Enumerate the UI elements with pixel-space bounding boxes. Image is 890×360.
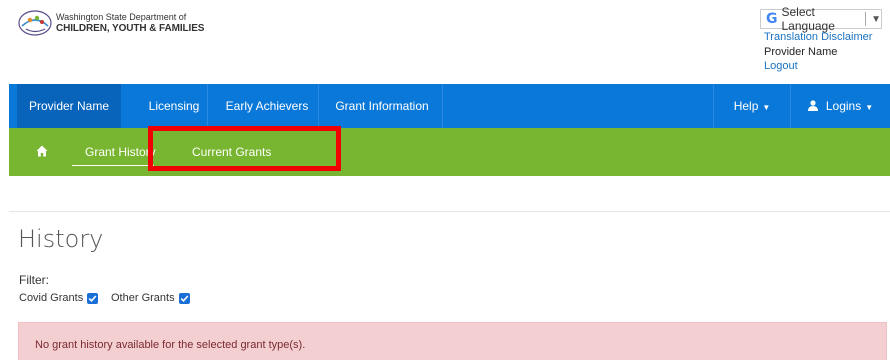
nav-item-licensing[interactable]: Licensing	[133, 84, 215, 128]
highlight-annotation-box	[148, 126, 341, 171]
tab-grant-history[interactable]: Grant History	[85, 128, 156, 176]
logo-line1: Washington State Department of	[56, 12, 187, 22]
covid-grants-checkbox[interactable]	[87, 292, 99, 304]
active-tab-underline	[72, 165, 154, 166]
caret-down-icon: ▼	[865, 103, 874, 112]
dcyf-logo-mark-icon	[18, 10, 52, 36]
other-grants-checkbox[interactable]	[178, 292, 190, 304]
filter-covid-grants-label: Covid Grants	[19, 292, 84, 304]
checkmark-icon	[180, 294, 188, 302]
nav-divider	[318, 84, 319, 128]
nav-divider	[207, 84, 208, 128]
no-history-alert: No grant history available for the selec…	[18, 322, 887, 360]
user-icon	[807, 100, 818, 111]
caret-down-icon: ▼	[871, 13, 881, 25]
nav-divider	[442, 84, 443, 128]
sub-nav: Grant History Current Grants	[9, 128, 890, 176]
google-g-icon: G	[766, 11, 778, 27]
main-nav: Provider Name Licensing Early Achievers …	[9, 84, 890, 128]
caret-down-icon: ▼	[762, 103, 771, 112]
logins-label: Logins	[825, 99, 862, 113]
logo-line2: CHILDREN, YOUTH & FAMILIES	[56, 23, 205, 34]
header-provider-name: Provider Name	[764, 46, 838, 58]
translation-disclaimer-link[interactable]: Translation Disclaimer	[764, 31, 872, 43]
nav-item-early-achievers[interactable]: Early Achievers	[213, 84, 321, 128]
filter-covid-grants[interactable]: Covid Grants	[19, 292, 99, 304]
dcyf-logo[interactable]: Washington State Department of CHILDREN,…	[18, 10, 204, 36]
nav-item-provider-name[interactable]: Provider Name	[17, 84, 121, 128]
content-divider	[9, 211, 890, 212]
site-header: Washington State Department of CHILDREN,…	[0, 0, 890, 84]
help-label: Help	[733, 99, 759, 113]
help-dropdown[interactable]: Help ▼	[714, 84, 790, 128]
home-icon[interactable]	[36, 145, 48, 157]
logout-link[interactable]: Logout	[764, 60, 798, 72]
filter-label: Filter:	[19, 273, 49, 287]
page-title: History	[18, 225, 104, 253]
nav-item-grant-information[interactable]: Grant Information	[321, 84, 443, 128]
language-select-divider	[865, 12, 867, 26]
logins-dropdown[interactable]: Logins ▼	[791, 84, 890, 128]
language-select-label: Select Language	[781, 5, 835, 33]
filter-other-grants-label: Other Grants	[111, 292, 175, 304]
filter-other-grants[interactable]: Other Grants	[111, 292, 190, 304]
checkmark-icon	[88, 294, 97, 302]
language-select[interactable]: G Select Language ▼	[760, 5, 882, 33]
